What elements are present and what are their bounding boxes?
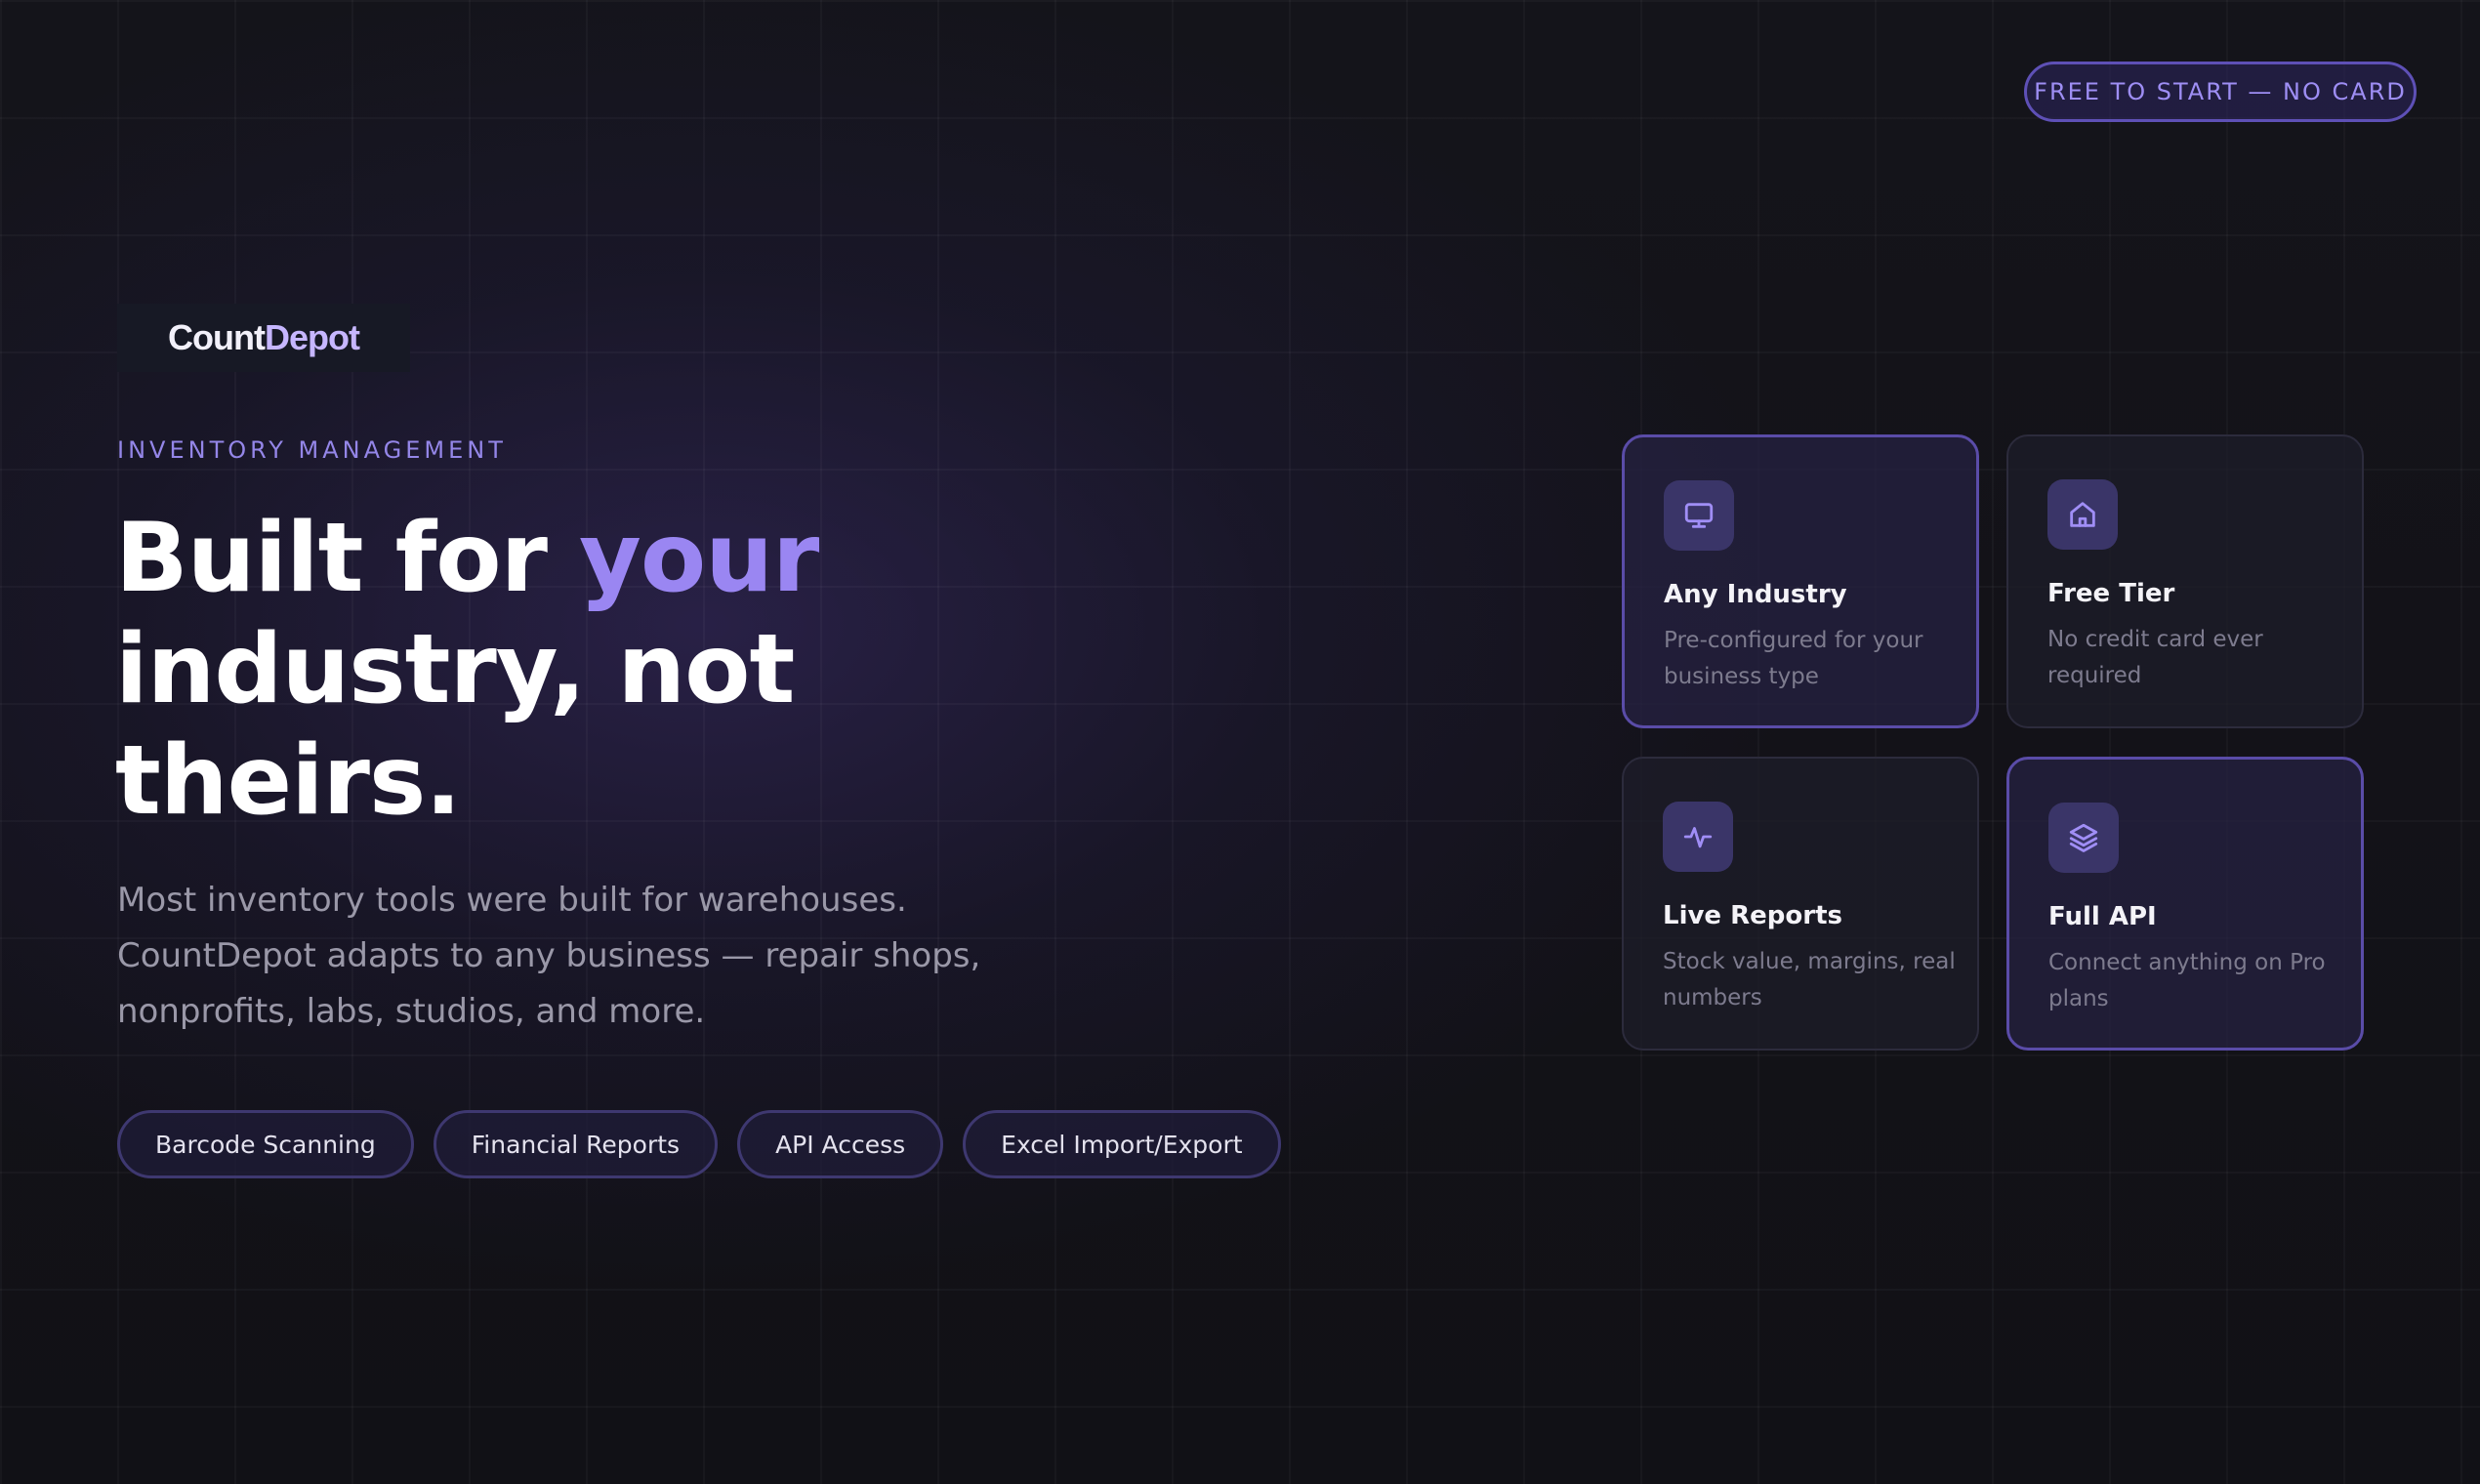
chip-barcode-scanning[interactable]: Barcode Scanning: [117, 1110, 414, 1178]
layers-icon: [2048, 803, 2119, 873]
logo-text-depot: Depot: [264, 317, 360, 357]
hero-eyebrow: INVENTORY MANAGEMENT: [117, 436, 507, 464]
feature-description: Connect anything on Pro plans: [2048, 950, 2326, 1011]
headline-line3: theirs.: [115, 725, 462, 837]
feature-description: Stock value, margins, real numbers: [1663, 949, 1956, 1010]
chip-api-access[interactable]: API Access: [737, 1110, 944, 1178]
headline-text: Built for: [115, 503, 580, 614]
feature-title: Full API: [2048, 902, 2157, 931]
monitor-icon: [1664, 480, 1734, 551]
feature-chips: Barcode Scanning Financial Reports API A…: [117, 1110, 1281, 1178]
headline-accent: your: [579, 503, 819, 614]
home-icon: [2047, 479, 2118, 550]
lede-line3: nonprofits, labs, studios, and more.: [117, 992, 706, 1031]
lede-line1: Most inventory tools were built for ware…: [117, 881, 907, 920]
activity-icon: [1663, 802, 1733, 872]
feature-card-free-tier[interactable]: Free Tier No credit card ever required: [2006, 434, 2364, 728]
feature-card-full-api[interactable]: Full API Connect anything on Pro plans: [2006, 757, 2364, 1051]
feature-description: Pre-configured for your business type: [1664, 628, 1923, 689]
feature-card-any-industry[interactable]: Any Industry Pre-configured for your bus…: [1622, 434, 1979, 728]
hero-description: Most inventory tools were built for ware…: [117, 873, 996, 1040]
countdepot-logo[interactable]: Count Depot: [117, 304, 410, 372]
feature-description: No credit card ever required: [2047, 627, 2263, 688]
logo-text-count: Count: [168, 317, 266, 357]
headline-line2: industry, not: [115, 614, 795, 725]
chip-excel-import-export[interactable]: Excel Import/Export: [963, 1110, 1281, 1178]
landing-hero: FREE TO START — NO CARD Count Depot INVEN…: [0, 0, 2480, 1484]
free-to-start-badge[interactable]: FREE TO START — NO CARD: [2024, 62, 2417, 122]
hero-headline: Built for your industry, not theirs.: [115, 503, 994, 837]
headline-line1: Built for your: [115, 503, 819, 614]
feature-title: Live Reports: [1663, 901, 1842, 930]
feature-title: Any Industry: [1664, 580, 1847, 609]
feature-card-live-reports[interactable]: Live Reports Stock value, margins, real …: [1622, 757, 1979, 1051]
chip-financial-reports[interactable]: Financial Reports: [433, 1110, 719, 1178]
feature-title: Free Tier: [2047, 579, 2175, 608]
lede-line2: CountDepot adapts to any business — repa…: [117, 936, 981, 975]
